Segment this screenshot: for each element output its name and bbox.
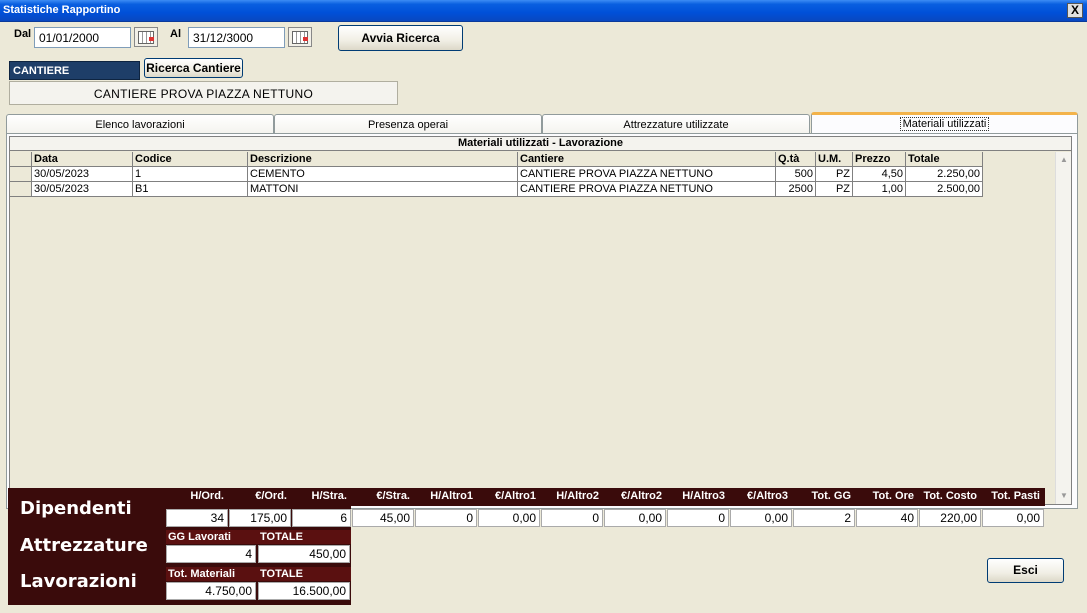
column-header-data[interactable]: Data (32, 152, 133, 167)
eur-altro3-value: 0,00 (730, 509, 792, 527)
h-stra-value: 6 (292, 509, 351, 527)
h-altro1-value: 0 (415, 509, 477, 527)
avvia-ricerca-button[interactable]: Avvia Ricerca (338, 25, 463, 51)
tab-materiali-label: Materiali utilizzati (899, 117, 990, 131)
h-altro1-header: H/Altro1 (430, 490, 473, 502)
cell-um: PZ (816, 167, 853, 182)
al-calendar-icon[interactable] (288, 27, 312, 47)
tot-pasti-header: Tot. Pasti (991, 490, 1040, 502)
tot-materiali-value: 4.750,00 (166, 582, 256, 600)
attrezzature-title: Attrezzature (20, 535, 148, 556)
cell-qta: 500 (776, 167, 816, 182)
cell-descrizione: CEMENTO (248, 167, 518, 182)
tot-costo-value: 220,00 (919, 509, 981, 527)
column-header-cantiere[interactable]: Cantiere (518, 152, 776, 167)
close-button[interactable]: X (1067, 3, 1083, 18)
cell-descrizione: MATTONI (248, 182, 518, 197)
dal-date-field[interactable]: 01/01/2000 (34, 27, 131, 48)
title-bar: Statistiche Rapportino X (0, 0, 1087, 22)
column-header-prezzo[interactable]: Prezzo (853, 152, 906, 167)
h-altro3-header: H/Altro3 (682, 490, 725, 502)
scroll-down-icon[interactable]: ▼ (1056, 488, 1072, 504)
tot-ore-header: Tot. Ore (872, 490, 914, 502)
h-altro2-value: 0 (541, 509, 603, 527)
lavorazioni-title: Lavorazioni (20, 571, 137, 592)
dal-calendar-icon[interactable] (134, 27, 158, 47)
eur-altro1-header: €/Altro1 (495, 490, 536, 502)
cell-codice: 1 (133, 167, 248, 182)
row-selector[interactable] (10, 182, 32, 197)
cell-totale: 2.500,00 (906, 182, 983, 197)
ricerca-cantiere-button[interactable]: Ricerca Cantiere (144, 58, 243, 78)
column-header-totale[interactable]: Totale (906, 152, 983, 167)
cell-cantiere: CANTIERE PROVA PIAZZA NETTUNO (518, 167, 776, 182)
cell-totale: 2.250,00 (906, 167, 983, 182)
column-header-qta[interactable]: Q.tà (776, 152, 816, 167)
tot-costo-header: Tot. Costo (923, 490, 977, 502)
al-date-field[interactable]: 31/12/3000 (188, 27, 285, 48)
h-altro2-header: H/Altro2 (556, 490, 599, 502)
grid-caption: Materiali utilizzati - Lavorazione (10, 137, 1071, 151)
tot-ore-value: 40 (856, 509, 918, 527)
cell-um: PZ (816, 182, 853, 197)
gg-lavorati-value: 4 (166, 545, 256, 563)
window-title: Statistiche Rapportino (3, 4, 121, 16)
tot-gg-header: Tot. GG (811, 490, 851, 502)
tab-elenco-lavorazioni[interactable]: Elenco lavorazioni (6, 114, 274, 134)
attrezzature-totale-header: TOTALE (260, 531, 303, 543)
eur-stra-value: 45,00 (352, 509, 414, 527)
cell-data: 30/05/2023 (32, 167, 133, 182)
grid-vertical-scrollbar[interactable]: ▲ ▼ (1055, 152, 1071, 504)
scroll-up-icon[interactable]: ▲ (1056, 152, 1072, 168)
cell-cantiere: CANTIERE PROVA PIAZZA NETTUNO (518, 182, 776, 197)
h-ord-header: H/Ord. (190, 490, 224, 502)
lavorazioni-totale-header: TOTALE (260, 568, 303, 580)
eur-altro2-value: 0,00 (604, 509, 666, 527)
cantiere-name-field: CANTIERE PROVA PIAZZA NETTUNO (9, 81, 398, 105)
attrezzature-totale-value: 450,00 (258, 545, 350, 563)
cell-codice: B1 (133, 182, 248, 197)
column-header-descrizione[interactable]: Descrizione (248, 152, 518, 167)
eur-altro3-header: €/Altro3 (747, 490, 788, 502)
dal-label: Dal (14, 28, 32, 40)
lavorazioni-totale-value: 16.500,00 (258, 582, 350, 600)
cell-qta: 2500 (776, 182, 816, 197)
cell-prezzo: 4,50 (853, 167, 906, 182)
tab-materiali-utilizzati[interactable]: Materiali utilizzati (811, 112, 1078, 134)
tab-presenza-operai[interactable]: Presenza operai (274, 114, 542, 134)
eur-ord-header: €/Ord. (255, 490, 287, 502)
tot-gg-value: 2 (793, 509, 855, 527)
eur-altro1-value: 0,00 (478, 509, 540, 527)
eur-ord-value: 175,00 (229, 509, 291, 527)
esci-button[interactable]: Esci (987, 558, 1064, 583)
h-altro3-value: 0 (667, 509, 729, 527)
al-label: Al (170, 28, 181, 40)
tab-attrezzature-utilizzate[interactable]: Attrezzature utilizzate (542, 114, 810, 134)
dipendenti-title: Dipendenti (20, 498, 132, 519)
gg-lavorati-header: GG Lavorati (168, 531, 231, 543)
row-selector[interactable] (10, 167, 32, 182)
tot-pasti-value: 0,00 (982, 509, 1044, 527)
eur-stra-header: €/Stra. (376, 490, 410, 502)
cell-prezzo: 1,00 (853, 182, 906, 197)
column-header-um[interactable]: U.M. (816, 152, 853, 167)
column-header-codice[interactable]: Codice (133, 152, 248, 167)
tot-materiali-header: Tot. Materiali (168, 568, 236, 580)
h-stra-header: H/Stra. (311, 490, 347, 502)
cantiere-label: CANTIERE (9, 61, 140, 80)
h-ord-value: 34 (166, 509, 228, 527)
window-client: Dal 01/01/2000 Al 31/12/3000 Avvia Ricer… (0, 22, 1087, 613)
cell-data: 30/05/2023 (32, 182, 133, 197)
row-selector-header (10, 152, 32, 167)
materials-grid: Materiali utilizzati - Lavorazione Data … (9, 136, 1072, 505)
tab-strip: Elenco lavorazioni Presenza operai Attre… (6, 112, 1078, 134)
eur-altro2-header: €/Altro2 (621, 490, 662, 502)
